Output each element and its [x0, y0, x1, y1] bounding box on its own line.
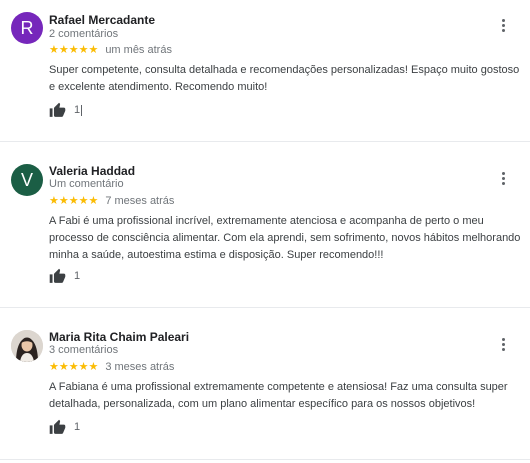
- more-vert-icon: [501, 18, 505, 22]
- reviewer-comment-count: 2 comentários: [49, 28, 119, 40]
- like-count: 1: [74, 421, 81, 433]
- reviewer-name[interactable]: Valeria Haddad: [49, 164, 135, 178]
- reviewer-name[interactable]: Rafael Mercadante: [49, 13, 155, 27]
- more-vert-icon: [501, 337, 505, 341]
- reviewer-comment-count: 3 comentários: [49, 344, 119, 356]
- thumbs-up-icon: [49, 419, 66, 436]
- divider: [0, 459, 530, 460]
- thumbs-up-icon: [49, 268, 66, 285]
- review-card: R Rafael Mercadante 2 comentários ★★★★★ …: [0, 0, 530, 150]
- rating-row: ★★★★★ 7 meses atrás: [49, 194, 174, 208]
- avatar[interactable]: [11, 330, 43, 362]
- like-button[interactable]: 1: [49, 418, 80, 436]
- like-count: 1: [74, 270, 81, 282]
- reviewer-comment-count: Um comentário: [49, 178, 124, 190]
- review-date: um mês atrás: [105, 44, 172, 56]
- review-text: Super competente, consulta detalhada e r…: [49, 64, 520, 93]
- star-rating: ★★★★★: [49, 361, 99, 373]
- review-card: Maria Rita Chaim Paleari 3 comentários ★…: [0, 316, 530, 463]
- profile-photo: [11, 330, 43, 362]
- avatar[interactable]: V: [11, 164, 43, 196]
- review-text: A Fabiana é uma profissional extremament…: [49, 381, 508, 410]
- review-date: 7 meses atrás: [105, 195, 175, 207]
- like-count: 1: [74, 104, 81, 116]
- divider: [0, 141, 530, 142]
- rating-row: ★★★★★ 3 meses atrás: [49, 360, 174, 374]
- review-date: 3 meses atrás: [105, 361, 175, 373]
- rating-row: ★★★★★ um mês atrás: [49, 43, 172, 57]
- more-options-button[interactable]: [496, 335, 510, 353]
- like-button[interactable]: 1: [49, 101, 83, 119]
- thumbs-up-icon: [49, 102, 66, 119]
- reviewer-name[interactable]: Maria Rita Chaim Paleari: [49, 330, 189, 344]
- review-text: A Fabi é uma profissional incrível, extr…: [49, 215, 521, 261]
- more-vert-icon: [501, 171, 505, 175]
- star-rating: ★★★★★: [49, 195, 99, 207]
- divider: [0, 307, 530, 308]
- star-rating: ★★★★★: [49, 44, 99, 56]
- more-options-button[interactable]: [496, 16, 510, 34]
- text-cursor: [81, 104, 83, 116]
- more-options-button[interactable]: [496, 169, 510, 187]
- review-card: V Valeria Haddad Um comentário ★★★★★ 7 m…: [0, 150, 530, 310]
- like-button[interactable]: 1: [49, 267, 80, 285]
- avatar[interactable]: R: [11, 12, 43, 44]
